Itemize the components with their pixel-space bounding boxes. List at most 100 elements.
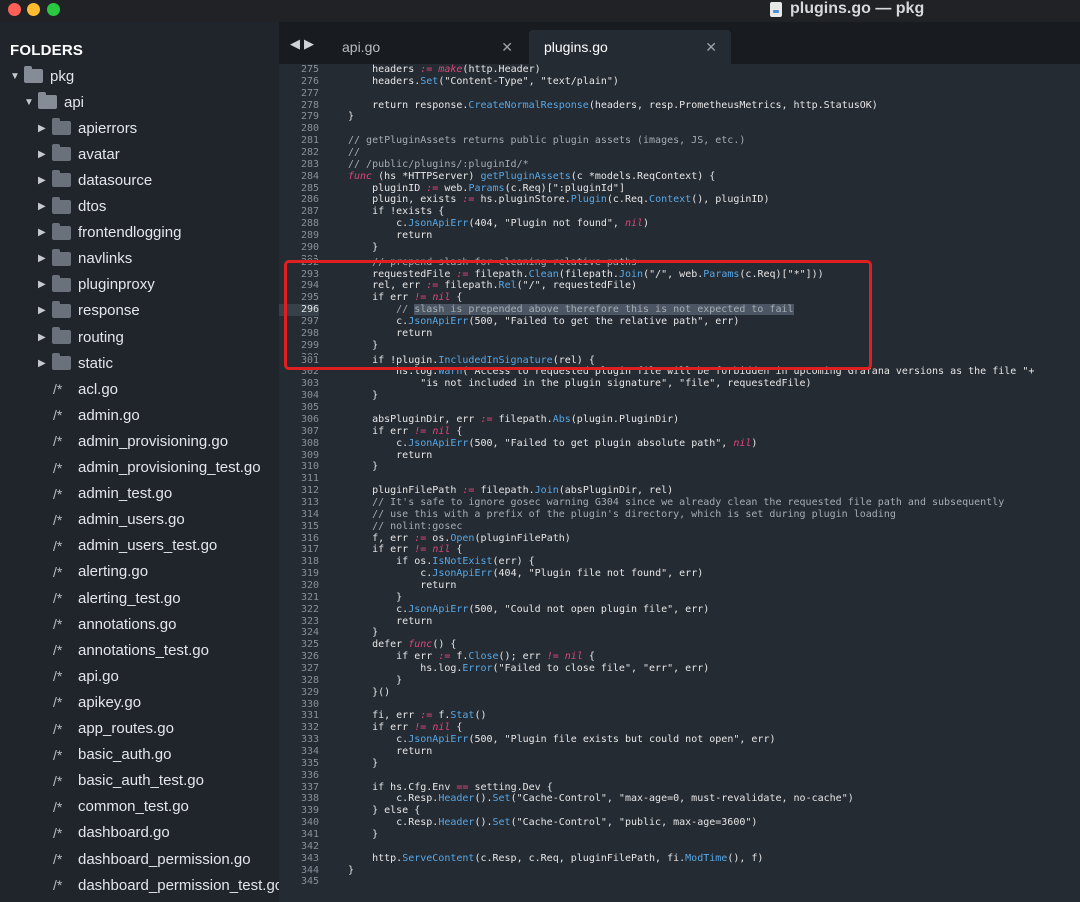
code-line[interactable]: 315 // nolint:gosec	[279, 521, 1034, 533]
close-icon[interactable]: ✕	[705, 39, 717, 56]
code-line[interactable]: 334 return	[279, 746, 1034, 758]
sidebar-folder[interactable]: ▶ pluginproxy	[38, 272, 155, 298]
chevron-down-icon[interactable]: ▼	[24, 97, 38, 108]
code-line[interactable]: 327 hs.log.Error("Failed to close file",…	[279, 663, 1034, 675]
code-line[interactable]: 342	[279, 841, 1034, 853]
code-line[interactable]: 290 }	[279, 242, 1034, 254]
code-line[interactable]: 324 }	[279, 627, 1034, 639]
sidebar-file[interactable]: /* apikey.go	[38, 689, 141, 715]
tab-navigation[interactable]: ◀▶	[290, 36, 318, 52]
sidebar-file[interactable]: /* dashboard.go	[38, 820, 170, 846]
code-line[interactable]: 275 headers := make(http.Header)	[279, 64, 1034, 76]
close-window-button[interactable]	[8, 3, 21, 16]
sidebar-folder[interactable]: ▼ pkg	[10, 63, 74, 89]
sidebar-file[interactable]: /* app_routes.go	[38, 716, 174, 742]
minimize-window-button[interactable]	[27, 3, 40, 16]
code-line[interactable]: 309 return	[279, 450, 1034, 462]
code-line[interactable]: 331 fi, err := f.Stat()	[279, 710, 1034, 722]
sidebar-file[interactable]: /* admin_users_test.go	[38, 533, 217, 559]
sidebar-file[interactable]: /* admin_test.go	[38, 481, 172, 507]
sidebar-folder[interactable]: ▶ datasource	[38, 167, 152, 193]
chevron-right-icon[interactable]: ▶	[38, 201, 52, 212]
code-line[interactable]: 330	[279, 699, 1034, 711]
code-line[interactable]: 345	[279, 876, 1034, 888]
sidebar-file[interactable]: /* admin_provisioning_test.go	[38, 455, 261, 481]
sidebar-folder[interactable]: ▶ frontendlogging	[38, 220, 181, 246]
maximize-window-button[interactable]	[47, 3, 60, 16]
code-line[interactable]: 285 pluginID := web.Params(c.Req)[":plug…	[279, 183, 1034, 195]
sidebar-folder[interactable]: ▶ apierrors	[38, 115, 137, 141]
code-line[interactable]: 277	[279, 88, 1034, 100]
chevron-right-icon[interactable]: ▶	[38, 279, 52, 290]
code-line[interactable]: 307 if err != nil {	[279, 426, 1034, 438]
code-line[interactable]: 280	[279, 123, 1034, 135]
code-line[interactable]: 339 } else {	[279, 805, 1034, 817]
code-line[interactable]: 317 if err != nil {	[279, 544, 1034, 556]
code-line[interactable]: 322 c.JsonApiErr(500, "Could not open pl…	[279, 604, 1034, 616]
code-line[interactable]: 304 }	[279, 390, 1034, 402]
sidebar-file[interactable]: /* dashboard_permission.go	[38, 846, 251, 872]
code-line[interactable]: 312 pluginFilePath := filepath.Join(absP…	[279, 485, 1034, 497]
code-line[interactable]: 287 if !exists {	[279, 206, 1034, 218]
chevron-right-icon[interactable]: ▶	[38, 253, 52, 264]
code-line[interactable]: 283 // /public/plugins/:pluginId/*	[279, 159, 1034, 171]
chevron-right-icon[interactable]: ▶	[38, 332, 52, 343]
code-line[interactable]: 341 }	[279, 829, 1034, 841]
code-line[interactable]: 289 return	[279, 230, 1034, 242]
code-line[interactable]: 303 "is not included in the plugin signa…	[279, 378, 1034, 390]
code-line[interactable]: 340 c.Resp.Header().Set("Cache-Control",…	[279, 817, 1034, 829]
chevron-right-icon[interactable]: ▶	[38, 175, 52, 186]
code-line[interactable]: 318 if os.IsNotExist(err) {	[279, 556, 1034, 568]
chevron-right-icon[interactable]: ▶	[38, 227, 52, 238]
code-line[interactable]: 337 if hs.Cfg.Env == setting.Dev {	[279, 782, 1034, 794]
tab-api-go[interactable]: api.go ✕	[327, 30, 527, 64]
code-line[interactable]: 335 }	[279, 758, 1034, 770]
code-line[interactable]: 338 c.Resp.Header().Set("Cache-Control",…	[279, 793, 1034, 805]
code-line[interactable]: 278 return response.CreateNormalResponse…	[279, 100, 1034, 112]
sidebar-folder[interactable]: ▶ routing	[38, 324, 124, 350]
code-line[interactable]: 319 c.JsonApiErr(404, "Plugin file not f…	[279, 568, 1034, 580]
code-line[interactable]: 321 }	[279, 592, 1034, 604]
sidebar-folder[interactable]: ▶ avatar	[38, 141, 120, 167]
code-line[interactable]: 323 return	[279, 616, 1034, 628]
tab-plugins-go[interactable]: plugins.go ✕	[529, 30, 731, 64]
chevron-right-icon[interactable]: ▶	[38, 123, 52, 134]
chevron-down-icon[interactable]: ▼	[10, 71, 24, 82]
chevron-right-icon[interactable]: ▶	[38, 305, 52, 316]
sidebar-folder[interactable]: ▶ response	[38, 298, 140, 324]
sidebar-file[interactable]: /* admin_users.go	[38, 507, 185, 533]
sidebar-folder[interactable]: ▶ navlinks	[38, 246, 132, 272]
code-line[interactable]: 311	[279, 473, 1034, 485]
chevron-right-icon[interactable]: ▶	[38, 149, 52, 160]
sidebar-file[interactable]: /* api.go	[38, 663, 119, 689]
code-line[interactable]: 343 http.ServeContent(c.Resp, c.Req, plu…	[279, 853, 1034, 865]
code-line[interactable]: 286 plugin, exists := hs.pluginStore.Plu…	[279, 194, 1034, 206]
sidebar-file[interactable]: /* alerting.go	[38, 559, 148, 585]
tab-next-icon[interactable]: ▶	[304, 36, 318, 51]
sidebar-file[interactable]: /* basic_auth_test.go	[38, 768, 204, 794]
code-line[interactable]: 313 // It's safe to ignore gosec warning…	[279, 497, 1034, 509]
code-editor[interactable]: 275 headers := make(http.Header) 276 head…	[279, 64, 1080, 902]
sidebar-folder[interactable]: ▼ api	[24, 89, 84, 115]
sidebar-file[interactable]: /* annotations_test.go	[38, 637, 209, 663]
code-line[interactable]: 279}	[279, 111, 1034, 123]
code-line[interactable]: 328 }	[279, 675, 1034, 687]
code-line[interactable]: 325 defer func() {	[279, 639, 1034, 651]
code-line[interactable]: 282 //	[279, 147, 1034, 159]
code-line[interactable]: 314 // use this with a prefix of the plu…	[279, 509, 1034, 521]
sidebar-file[interactable]: /* basic_auth.go	[38, 742, 171, 768]
code-line[interactable]: 288 c.JsonApiErr(404, "Plugin not found"…	[279, 218, 1034, 230]
sidebar-file[interactable]: /* annotations.go	[38, 611, 176, 637]
code-line[interactable]: 329 }()	[279, 687, 1034, 699]
code-line[interactable]: 320 return	[279, 580, 1034, 592]
sidebar-file[interactable]: /* admin.go	[38, 402, 140, 428]
tab-prev-icon[interactable]: ◀	[290, 36, 304, 51]
sidebar-file[interactable]: /* acl.go	[38, 376, 118, 402]
code-line[interactable]: 333 c.JsonApiErr(500, "Plugin file exist…	[279, 734, 1034, 746]
sidebar-folder[interactable]: ▶ static	[38, 350, 113, 376]
sidebar-folder[interactable]: ▶ dtos	[38, 194, 106, 220]
code-line[interactable]: 308 c.JsonApiErr(500, "Failed to get plu…	[279, 438, 1034, 450]
sidebar-file[interactable]: /* alerting_test.go	[38, 585, 181, 611]
code-line[interactable]: 344}	[279, 865, 1034, 877]
sidebar-file[interactable]: /* admin_provisioning.go	[38, 428, 228, 454]
